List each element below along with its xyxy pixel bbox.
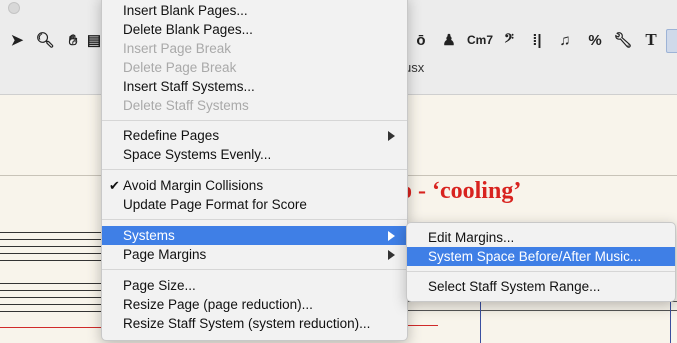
staff-line [0,297,110,298]
wrench-tool-icon[interactable]: 🔧︎ [612,29,634,51]
menu-item-avoid-margin-collisions[interactable]: ✔ Avoid Margin Collisions [102,176,407,195]
systems-submenu: Edit Margins... System Space Before/Afte… [406,222,676,302]
submenu-item-edit-margins[interactable]: Edit Margins... [407,228,675,247]
menu-item-insert-blank-pages[interactable]: Insert Blank Pages... [102,1,407,20]
staff-line [0,290,110,291]
submenu-item-select-staff-system-range[interactable]: Select Staff System Range... [407,277,675,296]
menu-separator [102,169,407,170]
menu-item-space-systems-evenly[interactable]: Space Systems Evenly... [102,145,407,164]
staff-line [404,310,677,311]
menu-item-delete-page-break: Delete Page Break [123,60,237,75]
clef-tool-icon[interactable]: 𝄢 [498,29,520,51]
menu-item-delete-blank-pages[interactable]: Delete Blank Pages... [102,20,407,39]
zoom-icon[interactable]: 🔍︎ [34,29,56,51]
chord-tool-icon[interactable]: Cm7 [466,29,494,51]
margin-indicator-line [404,325,438,326]
hand-grabber-icon[interactable]: ✋︎ [62,29,84,51]
menu-item-update-page-format[interactable]: Update Page Format for Score [102,195,407,214]
staff-line [0,311,110,312]
menu-item-delete-staff-systems: Delete Staff Systems [123,98,249,113]
repeat-tool-icon[interactable]: ⁞| [526,29,548,51]
staff-line [0,304,110,305]
menu-separator [102,120,407,121]
score-title-text: to - ‘cooling’ [392,178,522,204]
checkmark-icon: ✔ [109,178,120,193]
menu-item-insert-page-break: Insert Page Break [123,41,232,56]
window-close-button[interactable] [8,2,20,14]
menu-item-insert-staff-systems[interactable]: Insert Staff Systems... [102,77,407,96]
staff-line [0,239,110,240]
staff-line [0,246,110,247]
measure-tool-icon[interactable]: ♫ [554,29,576,51]
margin-indicator-line [0,327,110,328]
expression-tool-icon[interactable]: ♟ [438,29,460,51]
submenu-arrow-icon [388,231,395,241]
percent-tool-icon[interactable]: % [584,29,606,51]
staff-line [0,253,110,254]
staff-line [0,283,110,284]
submenu-arrow-icon [388,131,395,141]
selected-tool-icon[interactable] [666,29,677,53]
menu-separator [407,271,675,272]
menu-item-systems[interactable]: Systems [102,226,407,245]
selection-arrow-icon[interactable]: ➤ [6,29,28,51]
text-tool-icon[interactable]: T [640,29,662,51]
partial-tool-icon[interactable]: ▤ [88,29,100,51]
submenu-arrow-icon [388,250,395,260]
submenu-item-system-space-before-after[interactable]: System Space Before/After Music... [407,247,675,266]
staff-line [0,232,110,233]
menu-separator [102,219,407,220]
staff-line [0,260,110,261]
page-layout-menu: Insert Blank Pages... Delete Blank Pages… [101,0,408,341]
menu-item-page-margins[interactable]: Page Margins [102,245,407,264]
menu-item-resize-staff-system[interactable]: Resize Staff System (system reduction)..… [102,314,407,333]
menu-separator [102,269,407,270]
menu-item-resize-page[interactable]: Resize Page (page reduction)... [102,295,407,314]
menu-item-redefine-pages[interactable]: Redefine Pages [102,126,407,145]
articulation-tool-icon[interactable]: ō [410,29,432,51]
menu-item-page-size[interactable]: Page Size... [102,276,407,295]
